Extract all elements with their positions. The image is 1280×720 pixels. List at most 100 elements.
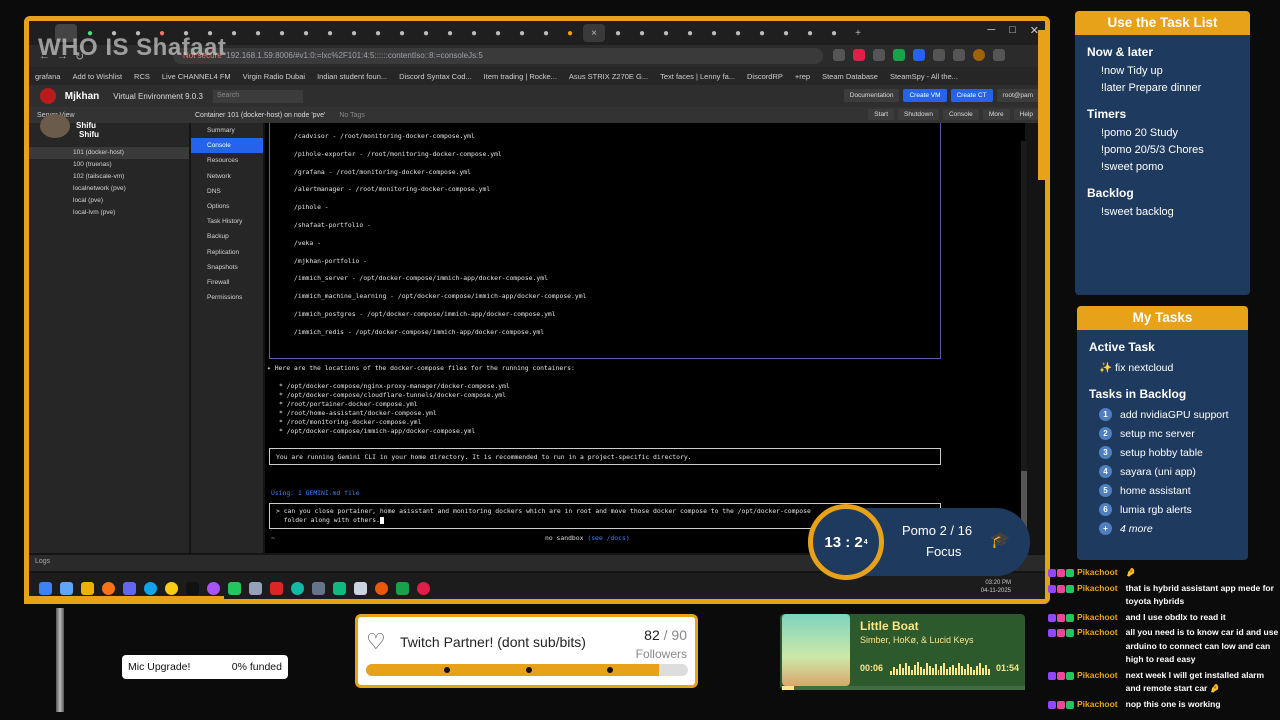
tab-icon[interactable]: ●: [679, 24, 701, 42]
tab-icon[interactable]: ●: [391, 24, 413, 42]
menu-item-network[interactable]: Network: [191, 169, 263, 184]
tab-icon[interactable]: ●: [367, 24, 389, 42]
menu-icon[interactable]: [993, 49, 1005, 61]
tab-icon[interactable]: ●: [487, 24, 509, 42]
folder-icon[interactable]: [81, 581, 94, 595]
menu-item-permissions[interactable]: Permissions: [191, 290, 263, 305]
menu-item-summary[interactable]: Summary: [191, 123, 263, 138]
tab-icon[interactable]: ●: [535, 24, 557, 42]
menu-item-task-history[interactable]: Task History: [191, 214, 263, 229]
tab-icon[interactable]: ●: [823, 24, 845, 42]
maximize-icon[interactable]: □: [1009, 24, 1016, 37]
taskbar-app-icon[interactable]: [396, 581, 409, 595]
extension-icon[interactable]: [893, 49, 905, 61]
taskbar-app-icon[interactable]: [270, 581, 283, 595]
menu-item-resources[interactable]: Resources: [191, 153, 263, 168]
taskbar-app-icon[interactable]: [333, 581, 346, 595]
tab-icon[interactable]: ●: [703, 24, 725, 42]
tree-item[interactable]: 101 (docker-host): [29, 147, 189, 159]
tab-icon[interactable]: ●: [247, 24, 269, 42]
user-menu-button[interactable]: root@pam: [996, 89, 1039, 102]
extension-icon[interactable]: [933, 49, 945, 61]
tab-icon[interactable]: ●: [727, 24, 749, 42]
console-scrollbar[interactable]: [1021, 141, 1027, 541]
taskbar-app-icon[interactable]: [186, 581, 199, 595]
tags-field[interactable]: No Tags: [339, 112, 365, 119]
tab-proxmox-active[interactable]: ×: [583, 24, 605, 42]
search-input[interactable]: Search: [212, 89, 303, 103]
tab-icon[interactable]: ●: [319, 24, 341, 42]
create-vm-button[interactable]: Create VM: [903, 89, 947, 102]
menu-item-options[interactable]: Options: [191, 199, 263, 214]
tree-item[interactable]: 100 (truenas): [29, 159, 189, 171]
bookmark-item[interactable]: Discord Syntax Cod...: [399, 72, 472, 81]
extension-icon[interactable]: [913, 49, 925, 61]
menu-item-dns[interactable]: DNS: [191, 184, 263, 199]
menu-item-firewall[interactable]: Firewall: [191, 275, 263, 290]
help-button[interactable]: Help: [1013, 109, 1039, 120]
tree-item[interactable]: localnetwork (pve): [29, 183, 189, 195]
taskbar-app-icon[interactable]: [207, 581, 220, 595]
edge-icon[interactable]: [144, 581, 157, 595]
tab-icon[interactable]: ●: [799, 24, 821, 42]
tab-icon[interactable]: ●: [415, 24, 437, 42]
tab-icon[interactable]: ●: [751, 24, 773, 42]
tree-item[interactable]: local (pve): [29, 195, 189, 207]
bookmark-item[interactable]: Asus STRIX Z270E G...: [569, 72, 648, 81]
taskbar-app-icon[interactable]: [312, 581, 325, 595]
terminal-console[interactable]: /cadvisor - /root/monitoring-docker-comp…: [265, 123, 1025, 553]
tab-icon[interactable]: ●: [775, 24, 797, 42]
tab-icon[interactable]: ●: [607, 24, 629, 42]
tab-icon[interactable]: ●: [463, 24, 485, 42]
taskbar-app-icon[interactable]: [60, 581, 73, 595]
bookmark-star-icon[interactable]: [833, 49, 845, 61]
taskbar-app-icon[interactable]: [354, 581, 367, 595]
minimize-icon[interactable]: ─: [987, 24, 995, 37]
new-tab-button[interactable]: +: [847, 24, 869, 42]
extension-icon[interactable]: [873, 49, 885, 61]
create-ct-button[interactable]: Create CT: [950, 89, 993, 102]
taskbar-app-icon[interactable]: [102, 581, 115, 595]
windows-start-icon[interactable]: [39, 581, 52, 595]
tab-icon[interactable]: ●: [439, 24, 461, 42]
bookmark-item[interactable]: Steam Database: [822, 72, 878, 81]
more-button[interactable]: More: [982, 109, 1010, 120]
url-field[interactable]: Not secure 192.168.1.59:8006/#v1:0:=lxc%…: [173, 48, 823, 64]
documentation-button[interactable]: Documentation: [843, 89, 900, 102]
bookmark-item[interactable]: grafana: [35, 72, 60, 81]
taskbar-app-icon[interactable]: [417, 581, 430, 595]
taskbar-app-icon[interactable]: [228, 581, 241, 595]
extension-icon[interactable]: [853, 49, 865, 61]
chrome-icon[interactable]: [165, 581, 178, 595]
bookmark-item[interactable]: +rep: [795, 72, 810, 81]
tab-icon[interactable]: ●: [271, 24, 293, 42]
taskbar-app-icon[interactable]: [123, 581, 136, 595]
menu-item-console[interactable]: Console: [191, 138, 263, 154]
extension-icon[interactable]: [953, 49, 965, 61]
bookmark-item[interactable]: DiscordRP: [747, 72, 783, 81]
bookmark-item[interactable]: Text faces | Lenny fa...: [660, 72, 735, 81]
bookmark-item[interactable]: Item trading | Rocke...: [484, 72, 557, 81]
bookmark-item[interactable]: Live CHANNEL4 FM: [162, 72, 231, 81]
shutdown-button[interactable]: Shutdown: [898, 109, 939, 120]
tab-icon[interactable]: ●: [511, 24, 533, 42]
taskbar-app-icon[interactable]: [375, 581, 388, 595]
bookmark-item[interactable]: Add to Wishlist: [72, 72, 122, 81]
tab-icon[interactable]: ●: [295, 24, 317, 42]
tab-icon[interactable]: ●: [559, 24, 581, 42]
tab-icon[interactable]: ●: [343, 24, 365, 42]
taskbar-app-icon[interactable]: [249, 581, 262, 595]
tab-icon[interactable]: ●: [655, 24, 677, 42]
tab-icon[interactable]: ●: [631, 24, 653, 42]
bookmark-item[interactable]: Indian student foun...: [317, 72, 387, 81]
bookmark-item[interactable]: Virgin Radio Dubai: [243, 72, 305, 81]
tree-item[interactable]: local-lvm (pve): [29, 207, 189, 219]
start-button[interactable]: Start: [868, 109, 895, 120]
menu-item-snapshots[interactable]: Snapshots: [191, 260, 263, 275]
console-button[interactable]: Console: [942, 109, 979, 120]
bookmark-item[interactable]: SteamSpy - All the...: [890, 72, 958, 81]
menu-item-backup[interactable]: Backup: [191, 229, 263, 244]
bookmark-item[interactable]: RCS: [134, 72, 150, 81]
taskbar-app-icon[interactable]: [291, 581, 304, 595]
tree-item[interactable]: 102 (tailscale-vm): [29, 171, 189, 183]
